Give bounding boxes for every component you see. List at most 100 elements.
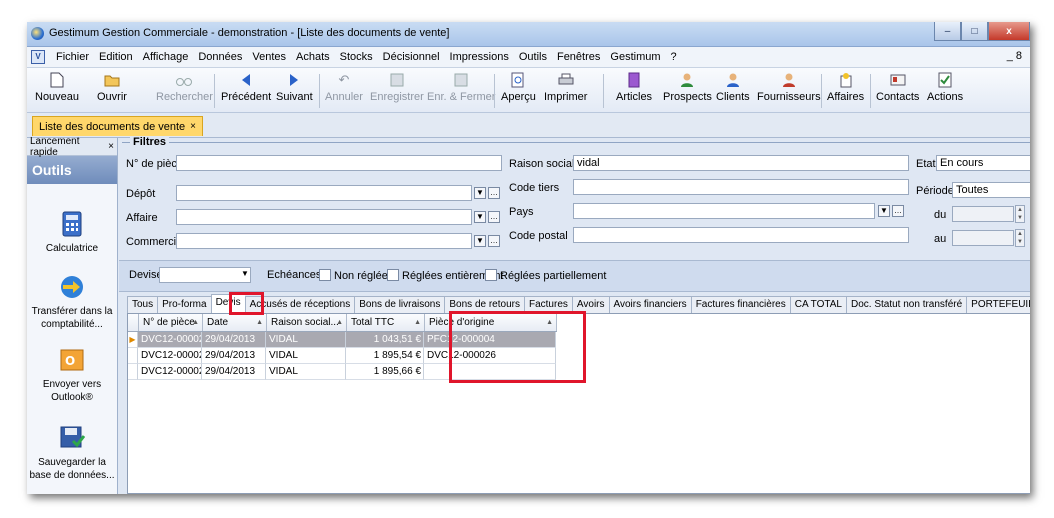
window-title: Gestimum Gestion Commerciale - demonstra… xyxy=(49,27,450,39)
table-row[interactable]: ▶ DVC12-000028 29/04/2013 VIDAL 1 043,51… xyxy=(128,332,556,348)
document-type-tabs: Tous Pro-forma Devis Accusés de réceptio… xyxy=(127,294,1030,314)
code-tiers-input[interactable] xyxy=(573,179,909,195)
affaires-button[interactable]: Affaires xyxy=(827,72,864,103)
menu-stocks[interactable]: Stocks xyxy=(335,51,378,63)
reglees-entierement-check-box[interactable] xyxy=(387,269,399,281)
tab-statut-non-transfere[interactable]: Doc. Statut non transféré xyxy=(845,296,967,314)
enr-fermer-button[interactable]: Enr. & Fermer xyxy=(427,72,495,103)
commercial-browse-icon[interactable]: … xyxy=(488,235,500,247)
depot-dropdown-icon[interactable]: ▼ xyxy=(474,187,486,199)
depot-browse-icon[interactable]: … xyxy=(488,187,500,199)
col-raison-sociale[interactable]: Raison social... ▲ xyxy=(267,314,347,331)
menu-help[interactable]: ? xyxy=(666,51,682,63)
date-au-input[interactable] xyxy=(952,230,1014,246)
sort-icon: ▲ xyxy=(336,319,343,326)
imprimer-button[interactable]: Imprimer xyxy=(544,72,587,103)
contacts-button[interactable]: Contacts xyxy=(876,72,919,103)
date-du-spinner[interactable]: ▲ ▼ xyxy=(1015,205,1025,223)
menu-impressions[interactable]: Impressions xyxy=(445,51,514,63)
tab-bons-livraisons[interactable]: Bons de livraisons xyxy=(354,296,445,314)
menu-donnees[interactable]: Données xyxy=(193,51,247,63)
non-reglees-check-box[interactable] xyxy=(319,269,331,281)
sidebar-item-outlook[interactable]: O Envoyer vers Outlook® xyxy=(27,346,117,404)
prospects-button[interactable]: Prospects xyxy=(663,72,712,103)
date-du-input[interactable] xyxy=(952,206,1014,222)
enregistrer-button[interactable]: Enregistrer xyxy=(370,72,424,103)
filters-legend: Filtres xyxy=(130,136,170,148)
tab-factures-financieres[interactable]: Factures financières xyxy=(690,296,790,314)
au-label: au xyxy=(934,233,947,245)
menu-fichier[interactable]: Fichier xyxy=(51,51,94,63)
save-icon xyxy=(389,72,405,88)
sidebar-item-calculatrice[interactable]: Calculatrice xyxy=(27,210,117,255)
menu-edition[interactable]: Edition xyxy=(94,51,138,63)
affaire-browse-icon[interactable]: … xyxy=(488,211,500,223)
clients-button[interactable]: Clients xyxy=(716,72,750,103)
tab-ca-total[interactable]: CA TOTAL xyxy=(789,296,846,314)
periode-select[interactable]: Toutes xyxy=(952,182,1030,198)
close-tab-icon[interactable]: × xyxy=(190,121,196,132)
tab-factures[interactable]: Factures xyxy=(523,296,572,314)
menu-achats[interactable]: Achats xyxy=(291,51,335,63)
menu-gestimum[interactable]: Gestimum xyxy=(605,51,665,63)
num-piece-input[interactable] xyxy=(176,155,502,171)
rechercher-button[interactable]: Rechercher xyxy=(156,72,213,103)
date-au-spinner[interactable]: ▲ ▼ xyxy=(1015,229,1025,247)
col-num-piece[interactable]: N° de pièce ▲ xyxy=(139,314,203,331)
reglees-partiellement-check-box[interactable] xyxy=(485,269,497,281)
col-date[interactable]: Date ▲ xyxy=(203,314,267,331)
actions-button[interactable]: Actions xyxy=(927,72,963,103)
close-button[interactable]: x xyxy=(988,22,1030,41)
pays-select[interactable] xyxy=(573,203,875,219)
ouvrir-button[interactable]: Ouvrir xyxy=(97,72,127,103)
tab-tous[interactable]: Tous xyxy=(127,296,158,314)
precedent-button[interactable]: Précédent xyxy=(221,72,271,103)
annuler-button[interactable]: ↶ Annuler xyxy=(325,72,363,103)
pays-browse-icon[interactable]: … xyxy=(892,205,904,217)
reglees-partiellement-checkbox[interactable]: Réglées partiellement xyxy=(485,269,606,282)
tab-accuses-receptions[interactable]: Accusés de réceptions xyxy=(244,296,355,314)
devise-select[interactable] xyxy=(159,267,251,283)
nouveau-button[interactable]: Nouveau xyxy=(35,72,79,103)
close-sidebar-icon[interactable]: × xyxy=(108,141,114,152)
suivant-button[interactable]: Suivant xyxy=(276,72,313,103)
affaire-dropdown-icon[interactable]: ▼ xyxy=(474,211,486,223)
pays-dropdown-icon[interactable]: ▼ xyxy=(878,205,890,217)
arrow-right-icon xyxy=(286,72,302,88)
tab-bons-retours[interactable]: Bons de retours xyxy=(444,296,524,314)
menu-affichage[interactable]: Affichage xyxy=(138,51,194,63)
raison-sociale-input[interactable]: vidal xyxy=(573,155,909,171)
outlook-icon: O xyxy=(58,346,86,374)
menu-fenetres[interactable]: Fenêtres xyxy=(552,51,605,63)
tab-portefeuille[interactable]: PORTEFEUILLE xyxy=(966,296,1030,314)
non-reglees-checkbox[interactable]: Non réglées xyxy=(319,269,393,282)
affaire-select[interactable] xyxy=(176,209,472,225)
etat-select[interactable]: En cours xyxy=(936,155,1030,171)
menu-ventes[interactable]: Ventes xyxy=(247,51,291,63)
articles-button[interactable]: Articles xyxy=(616,72,652,103)
fournisseurs-button[interactable]: Fournisseurs xyxy=(757,72,821,103)
tab-devis[interactable]: Devis xyxy=(210,294,245,314)
mdi-controls[interactable]: _ 8 xyxy=(1007,50,1022,62)
depot-select[interactable] xyxy=(176,185,472,201)
code-postal-input[interactable] xyxy=(573,227,909,243)
table-row[interactable]: DVC12-000027 29/04/2013 VIDAL 1 895,54 €… xyxy=(128,348,556,364)
commercial-select[interactable] xyxy=(176,233,472,249)
maximize-button[interactable]: □ xyxy=(961,22,988,41)
col-piece-origine[interactable]: Pièce d'origine ▲ xyxy=(425,314,557,331)
menu-outils[interactable]: Outils xyxy=(514,51,552,63)
col-total-ttc[interactable]: Total TTC ▲ xyxy=(347,314,425,331)
apercu-button[interactable]: Aperçu xyxy=(501,72,536,103)
tab-avoirs-financiers[interactable]: Avoirs financiers xyxy=(608,296,691,314)
tab-pro-forma[interactable]: Pro-forma xyxy=(157,296,211,314)
tab-liste-documents-vente[interactable]: Liste des documents de vente × xyxy=(32,116,203,136)
commercial-dropdown-icon[interactable]: ▼ xyxy=(474,235,486,247)
mdi-window-icon[interactable]: V xyxy=(31,50,45,64)
devise-dropdown-icon[interactable]: ▼ xyxy=(241,269,249,278)
table-row[interactable]: DVC12-000026 29/04/2013 VIDAL 1 895,66 € xyxy=(128,364,556,380)
sidebar-item-transferer[interactable]: Transférer dans la comptabilité... xyxy=(27,273,117,331)
tab-avoirs[interactable]: Avoirs xyxy=(571,296,609,314)
minimize-button[interactable]: – xyxy=(934,22,961,41)
menu-decisionnel[interactable]: Décisionnel xyxy=(378,51,445,63)
sidebar-item-sauvegarder[interactable]: Sauvegarder la base de données... xyxy=(27,424,117,482)
